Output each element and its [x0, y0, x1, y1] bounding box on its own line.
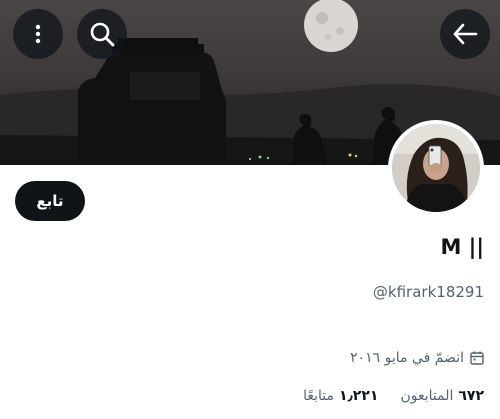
back-button[interactable]	[440, 9, 490, 59]
calendar-icon	[470, 351, 484, 365]
followers-count: ٦٧٢	[458, 388, 484, 404]
search-button[interactable]	[77, 9, 127, 59]
followers-label: المتابعون	[400, 388, 454, 404]
following-count: ١٫٢٢١	[339, 388, 379, 404]
user-handle: @kfirark18291	[372, 283, 484, 301]
more-vertical-icon	[35, 24, 41, 44]
search-icon	[90, 22, 115, 47]
following-stat[interactable]: ١٫٢٢١ متابعًا	[303, 388, 378, 404]
profile-stats: ٦٧٢ المتابعون ١٫٢٢١ متابعًا	[303, 388, 484, 404]
followers-stat[interactable]: ٦٧٢ المتابعون	[400, 388, 484, 404]
arrow-left-icon	[453, 23, 478, 45]
more-options-button[interactable]	[13, 9, 63, 59]
joined-date: انضمّ في مايو ٢٠١٦	[350, 350, 484, 366]
avatar[interactable]	[388, 120, 484, 216]
display-name: M ||	[440, 235, 484, 259]
follow-button[interactable]: تابع	[15, 181, 85, 221]
avatar-photo	[392, 124, 480, 212]
following-label: متابعًا	[303, 388, 335, 404]
joined-date-text: انضمّ في مايو ٢٠١٦	[350, 350, 464, 366]
